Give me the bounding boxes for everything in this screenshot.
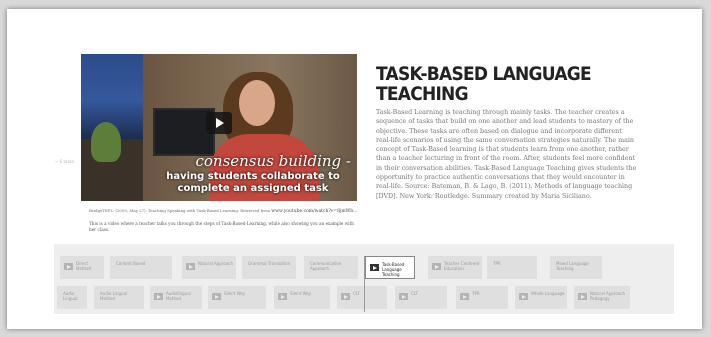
timeline-tile-label: Direct Method — [76, 261, 92, 271]
timeline-tile[interactable]: Natural Approach Pedagogy — [574, 286, 630, 309]
video-icon — [519, 293, 528, 300]
timeline-tile-label: Content Based — [116, 261, 146, 266]
timeline-tile[interactable]: CLT — [395, 286, 447, 309]
video-icon — [341, 293, 350, 300]
play-icon[interactable] — [206, 112, 232, 134]
body-text: Task-Based Learning is teaching through … — [376, 109, 637, 200]
timeline-tile-label: Teacher Centered Education — [444, 261, 480, 271]
timeline-tile[interactable]: Silent Way — [274, 286, 330, 309]
timeline-tile-label: Grammar Translation — [248, 261, 291, 266]
timeline-tile[interactable]: Natural Approach — [182, 256, 236, 279]
timeline-tile[interactable]: Whole Language — [515, 286, 567, 309]
timeline-tile[interactable]: Direct Method — [60, 256, 104, 279]
timeline-tile[interactable]: CLT — [337, 286, 387, 309]
video-plant — [91, 122, 121, 162]
side-label: ~ 6 tasks — [55, 159, 74, 164]
page-title: TASK-BASED LANGUAGE TEACHING — [376, 64, 592, 105]
timeline-tile[interactable]: Audiolingual Method — [150, 286, 202, 309]
timeline-tile-label: Audio Lingual — [63, 291, 78, 301]
timeline-tile[interactable]: Grammar Translation — [242, 256, 296, 279]
video-icon — [186, 263, 195, 270]
timeline-tile-label: Mixed Language Teaching — [556, 261, 589, 271]
video-icon — [278, 293, 287, 300]
video-icon — [154, 293, 163, 300]
timeline-tile[interactable]: Teacher Centered Education — [428, 256, 482, 279]
video-icon — [212, 293, 221, 300]
video-citation: BridgeTEFL. (2009, May 27). Teaching Spe… — [89, 208, 367, 214]
timeline-tile-label: CLT — [353, 291, 360, 296]
video-icon — [399, 293, 408, 300]
video-caption-line2: having students collaborate to complete … — [166, 171, 340, 194]
video-caption-line1: consensus building - — [195, 152, 351, 170]
timeline-tile-label: Task-Based Language Teaching — [382, 262, 405, 277]
timeline-tile-label: Audio Lingual Method — [100, 291, 128, 301]
timeline-tile[interactable]: Silent Way — [208, 286, 266, 309]
timeline-tile[interactable]: TPR — [456, 286, 508, 309]
timeline-tile-label: Natural Approach Pedagogy — [590, 291, 626, 301]
timeline-tile-label: Silent Way — [290, 291, 312, 296]
timeline-tile[interactable]: Content Based — [110, 256, 172, 279]
citation-text: BridgeTEFL. (2009, May 27). Teaching Spe… — [89, 208, 271, 213]
video-description: This is a video where a teacher talks yo… — [89, 221, 355, 232]
timeline-tile-label: Communicative Approach — [310, 261, 342, 271]
video-icon — [578, 293, 587, 300]
timeline-tile[interactable]: Communicative Approach — [304, 256, 358, 279]
timeline-tile-label: Natural Approach — [198, 261, 234, 266]
slide-frame: ~ 6 tasks consensus building - having st… — [7, 9, 702, 329]
timeline-tile[interactable]: Audio Lingual Method — [94, 286, 144, 309]
citation-link[interactable]: www.youtube.com/watch?v=8jmWb... — [271, 209, 357, 214]
timeline-tile[interactable]: TPR — [487, 256, 537, 279]
timeline-tile-label: Audiolingual Method — [166, 291, 191, 301]
timeline-tile-label: TPR — [472, 291, 480, 296]
timeline-tile[interactable]: Task-Based Language Teaching — [365, 256, 415, 279]
video-icon — [460, 293, 469, 300]
image-icon — [64, 263, 73, 270]
timeline-tile[interactable]: Audio Lingual — [57, 286, 87, 309]
timeline-tile-label: Silent Way — [224, 291, 246, 296]
timeline-marker — [364, 256, 365, 312]
video-icon — [432, 263, 441, 270]
timeline-tile-label: CLT — [411, 291, 418, 296]
video-icon — [370, 264, 379, 271]
timeline-tile[interactable]: Mixed Language Teaching — [550, 256, 602, 279]
video-person-face — [239, 80, 275, 126]
timeline-tile-label: Whole Language — [531, 291, 565, 296]
video-player[interactable]: consensus building - having students col… — [81, 54, 357, 201]
timeline-tile-label: TPR — [493, 261, 501, 266]
